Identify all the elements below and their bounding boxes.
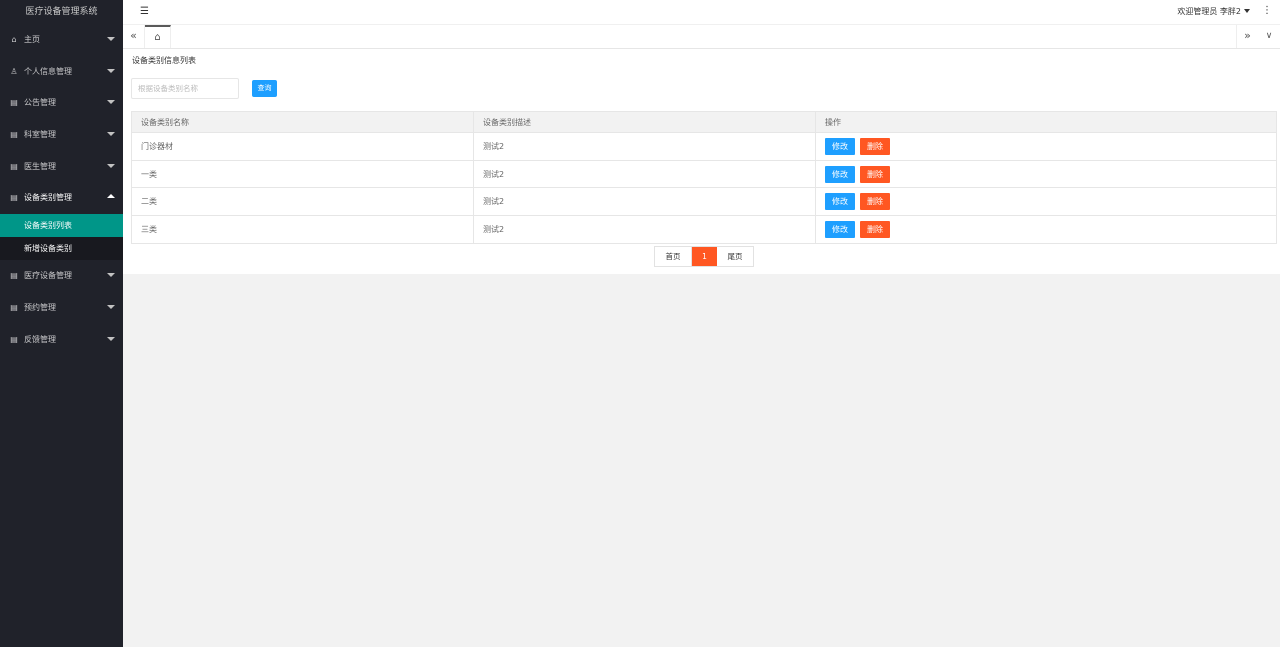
tabs-scroll-right-icon[interactable]: » — [1236, 25, 1258, 48]
user-icon: ♙ — [10, 66, 18, 76]
category-name: 二类 — [131, 187, 474, 217]
sidebar-item-label: 反馈管理 — [24, 334, 56, 344]
sidebar-item-appointments[interactable]: ▤ 预约管理 — [0, 292, 123, 324]
submenu-item-add-category[interactable]: 新增设备类别 — [0, 237, 123, 260]
caret-up-icon — [107, 194, 115, 199]
edit-button[interactable]: 修改 — [825, 137, 855, 155]
caret-down-icon — [107, 68, 115, 73]
category-name: 门诊器材 — [131, 132, 474, 161]
caret-down-icon — [107, 336, 115, 341]
pagination: 首页 1 尾页 — [654, 246, 754, 267]
column-header: 设备类别名称 — [131, 111, 474, 133]
row-actions: 修改 删除 — [815, 132, 1277, 161]
delete-button[interactable]: 删除 — [860, 137, 890, 155]
table-row: 门诊器材 测试2 修改 删除 — [131, 132, 1277, 161]
sidebar-item-label: 预约管理 — [24, 302, 56, 312]
sidebar-item-notices[interactable]: ▤ 公告管理 — [0, 87, 123, 119]
table-row: 一类 测试2 修改 删除 — [131, 159, 1277, 189]
column-header: 操作 — [815, 111, 1277, 133]
calendar-icon: ▤ — [10, 130, 18, 140]
tabs-bar: « ⌂ » ∨ — [123, 25, 1280, 49]
caret-down-icon — [107, 304, 115, 309]
caret-down-icon — [107, 132, 115, 137]
last-page-button[interactable]: 尾页 — [717, 247, 753, 266]
search-button[interactable]: 查询 — [252, 80, 277, 97]
more-icon[interactable]: ⋮ — [1262, 5, 1272, 16]
sidebar-item-label: 医生管理 — [24, 161, 56, 171]
table-header-row: 设备类别名称 设备类别描述 操作 — [131, 111, 1277, 133]
category-name: 一类 — [131, 159, 474, 189]
sidebar-item-label: 公告管理 — [24, 98, 56, 108]
table-row: 三类 测试2 修改 删除 — [131, 215, 1277, 244]
username: 李胖2 — [1219, 7, 1241, 16]
page-title: 设备类别信息列表 — [132, 56, 196, 65]
edit-button[interactable]: 修改 — [825, 165, 855, 183]
sidebar-item-label: 主页 — [24, 35, 40, 44]
submenu-item-category-list[interactable]: 设备类别列表 — [0, 214, 123, 238]
sidebar-item-label: 设备类别管理 — [24, 193, 72, 203]
caret-down-icon — [107, 100, 115, 105]
menu-toggle-icon[interactable]: ☰ — [140, 6, 149, 17]
calendar-icon: ▤ — [10, 193, 18, 203]
category-desc: 测试2 — [473, 215, 816, 244]
first-page-button[interactable]: 首页 — [655, 247, 692, 266]
category-table: 设备类别名称 设备类别描述 操作 门诊器材 测试2 修改 删除 一类 测试2 修改… — [131, 111, 1277, 244]
sidebar-item-label: 科室管理 — [24, 130, 56, 140]
sidebar-item-doctors[interactable]: ▤ 医生管理 — [0, 151, 123, 183]
column-header: 设备类别描述 — [473, 111, 816, 133]
delete-button[interactable]: 删除 — [860, 193, 890, 211]
tabs-scroll-left-icon[interactable]: « — [123, 25, 145, 48]
sidebar-item-devices[interactable]: ▤ 医疗设备管理 — [0, 260, 123, 292]
calendar-icon: ▤ — [10, 271, 18, 281]
row-actions: 修改 删除 — [815, 159, 1277, 189]
tabs-menu-chevron-icon[interactable]: ∨ — [1258, 25, 1280, 48]
sidebar-item-departments[interactable]: ▤ 科室管理 — [0, 119, 123, 151]
calendar-icon: ▤ — [10, 334, 18, 344]
edit-button[interactable]: 修改 — [825, 220, 855, 238]
category-desc: 测试2 — [473, 187, 816, 217]
caret-down-icon — [107, 163, 115, 168]
current-page-button[interactable]: 1 — [692, 247, 717, 266]
delete-button[interactable]: 删除 — [860, 165, 890, 183]
search-input[interactable] — [131, 78, 239, 99]
category-desc: 测试2 — [473, 159, 816, 189]
category-desc: 测试2 — [473, 132, 816, 161]
main-content: 设备类别信息列表 查询 设备类别名称 设备类别描述 操作 门诊器材 测试2 修改… — [123, 49, 1280, 274]
delete-button[interactable]: 删除 — [860, 220, 890, 238]
caret-down-icon — [1244, 9, 1250, 13]
sidebar-item-label: 个人信息管理 — [24, 66, 72, 76]
sidebar-item-device-categories[interactable]: ▤ 设备类别管理 — [0, 182, 123, 214]
calendar-icon: ▤ — [10, 302, 18, 312]
table-row: 二类 测试2 修改 删除 — [131, 187, 1277, 217]
sidebar-item-label: 医疗设备管理 — [24, 271, 72, 281]
submenu: 设备类别列表 新增设备类别 — [0, 214, 123, 261]
category-name: 三类 — [131, 215, 474, 244]
sidebar-item-profile[interactable]: ♙ 个人信息管理 — [0, 56, 123, 88]
row-actions: 修改 删除 — [815, 187, 1277, 217]
app-title: 医疗设备管理系统 — [25, 7, 98, 17]
edit-button[interactable]: 修改 — [825, 193, 855, 211]
home-tab-icon[interactable]: ⌂ — [145, 25, 171, 48]
welcome-text: 欢迎管理员 — [1177, 7, 1218, 16]
caret-down-icon — [107, 37, 115, 41]
sidebar-item-home[interactable]: ⌂ 主页 — [0, 24, 123, 56]
top-header: ☰ 欢迎管理员 李胖2 ⋮ — [123, 0, 1280, 25]
caret-down-icon — [107, 273, 115, 278]
row-actions: 修改 删除 — [815, 215, 1277, 244]
home-icon: ⌂ — [11, 35, 17, 44]
sidebar-item-feedback[interactable]: ▤ 反馈管理 — [0, 324, 123, 356]
sidebar: 医疗设备管理系统 ⌂ 主页 ♙ 个人信息管理 ▤ 公告管理 ▤ 科室管理 ▤ 医生管理 ▤… — [0, 0, 123, 647]
calendar-icon: ▤ — [10, 161, 18, 171]
calendar-icon: ▤ — [10, 98, 18, 108]
user-menu[interactable]: 欢迎管理员 李胖2 — [1177, 6, 1250, 17]
